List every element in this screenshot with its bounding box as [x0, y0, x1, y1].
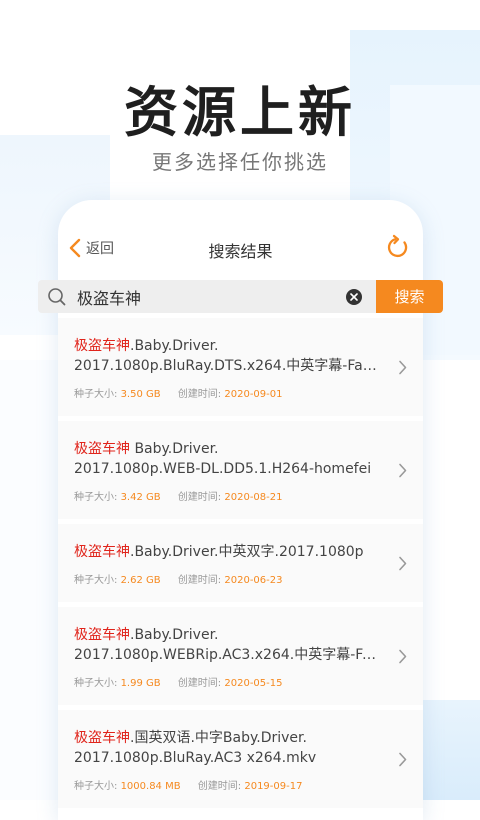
size-label: 种子大小:: [74, 492, 118, 503]
created-label: 创建时间:: [177, 389, 222, 400]
result-title-line2: 2017.1080p.WEBRip.AC3.x264.中英字幕-Fantop..…: [74, 647, 383, 663]
size-value: 2.62 GB: [120, 575, 161, 586]
result-meta: 种子大小: 3.50 GB 创建时间: 2020-09-01: [74, 385, 383, 400]
created-label: 创建时间:: [197, 781, 242, 792]
result-title: 极盗车神.国英双语.中字Baby.Driver.: [74, 728, 383, 748]
result-meta: 种子大小: 1.99 GB 创建时间: 2020-05-15: [74, 674, 383, 689]
chevron-right-icon: [399, 649, 407, 664]
result-meta: 种子大小: 3.42 GB 创建时间: 2020-08-21: [74, 488, 383, 503]
list-item[interactable]: 极盗车神 Baby.Driver. 2017.1080p.WEB-DL.DD5.…: [58, 421, 423, 524]
results-list: 极盗车神.Baby.Driver. 2017.1080p.BluRay.DTS.…: [58, 318, 423, 813]
created-value: 2019-09-17: [244, 781, 303, 792]
created-label: 创建时间:: [177, 492, 222, 503]
created-value: 2020-05-15: [224, 678, 283, 689]
size-value: 3.42 GB: [120, 492, 161, 503]
search-icon: [48, 287, 66, 305]
title-highlight: 极盗车神: [74, 441, 130, 457]
result-meta: 种子大小: 2.62 GB 创建时间: 2020-06-23: [74, 571, 383, 586]
promo-headline: 资源上新: [124, 81, 356, 144]
result-title-line2: 2017.1080p.BluRay.DTS.x264.中英字幕-Fantopi.…: [74, 358, 383, 374]
result-meta: 种子大小: 1000.84 MB 创建时间: 2019-09-17: [74, 777, 383, 792]
result-title: 极盗车神.Baby.Driver.: [74, 625, 383, 645]
result-title: 极盗车神.Baby.Driver.中英双字.2017.1080p: [74, 542, 383, 562]
title-line1: Baby.Driver.: [130, 441, 219, 457]
size-value: 1000.84 MB: [120, 781, 181, 792]
title-line1: .国英双语.中字Baby.Driver.: [130, 730, 307, 746]
chevron-right-icon: [399, 752, 407, 767]
created-value: 2020-06-23: [224, 575, 283, 586]
size-label: 种子大小:: [74, 575, 118, 586]
title-highlight: 极盗车神: [74, 544, 130, 560]
created-label: 创建时间:: [177, 678, 222, 689]
chevron-right-icon: [399, 360, 407, 375]
size-label: 种子大小:: [74, 389, 118, 400]
page-title: 搜索结果: [208, 242, 273, 261]
nav-bar: 返回 搜索结果: [58, 200, 423, 278]
search-button[interactable]: 搜索: [376, 280, 443, 313]
clear-icon[interactable]: [346, 288, 362, 305]
created-value: 2020-09-01: [224, 389, 283, 400]
background-shape: [0, 360, 60, 800]
title-line1: .Baby.Driver.: [130, 338, 219, 354]
title-highlight: 极盗车神: [74, 730, 130, 746]
size-label: 种子大小:: [74, 678, 118, 689]
created-label: 创建时间:: [177, 575, 222, 586]
promo-subline: 更多选择任你挑选: [152, 150, 328, 174]
list-item[interactable]: 极盗车神.Baby.Driver. 2017.1080p.WEBRip.AC3.…: [58, 607, 423, 710]
result-title: 极盗车神 Baby.Driver.: [74, 439, 383, 459]
size-value: 1.99 GB: [120, 678, 161, 689]
list-item[interactable]: 极盗车神.Baby.Driver. 2017.1080p.BluRay.DTS.…: [58, 318, 423, 421]
title-highlight: 极盗车神: [74, 338, 130, 354]
chevron-right-icon: [399, 463, 407, 478]
search-input[interactable]: 极盗车神: [38, 280, 376, 313]
title-highlight: 极盗车神: [74, 627, 130, 643]
result-title: 极盗车神.Baby.Driver.: [74, 336, 383, 356]
title-line1: .Baby.Driver.中英双字.2017.1080p: [130, 544, 364, 560]
search-query: 极盗车神: [77, 288, 142, 308]
created-value: 2020-08-21: [224, 492, 283, 503]
size-value: 3.50 GB: [120, 389, 161, 400]
list-item[interactable]: 极盗车神.国英双语.中字Baby.Driver. 2017.1080p.BluR…: [58, 710, 423, 813]
chevron-right-icon: [399, 556, 407, 571]
result-title-line2: 2017.1080p.BluRay.AC3 x264.mkv: [74, 750, 317, 766]
title-line1: .Baby.Driver.: [130, 627, 219, 643]
result-title-line2: 2017.1080p.WEB-DL.DD5.1.H264-homefei: [74, 461, 372, 477]
size-label: 种子大小:: [74, 781, 118, 792]
list-item[interactable]: 极盗车神.Baby.Driver.中英双字.2017.1080p 种子大小: 2…: [58, 524, 423, 607]
refresh-icon[interactable]: [385, 234, 411, 260]
